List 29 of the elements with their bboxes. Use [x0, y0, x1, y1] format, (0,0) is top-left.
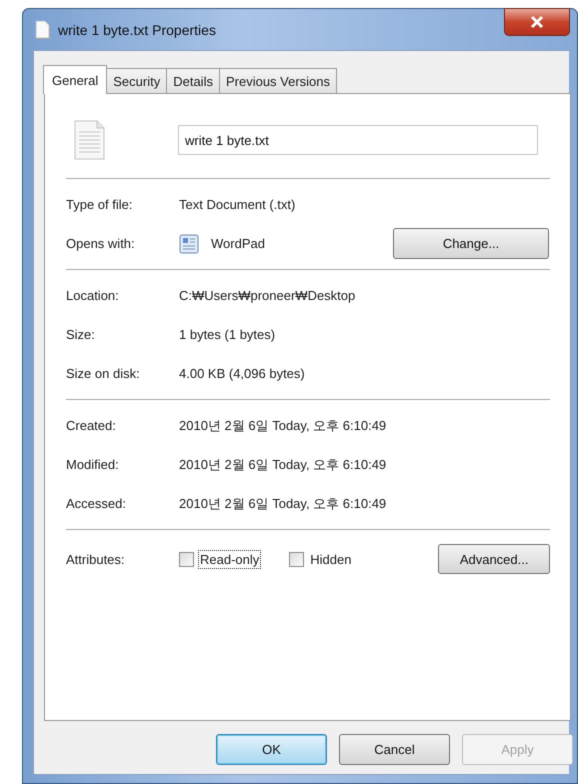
tab[interactable]: Details	[166, 68, 220, 93]
name-field[interactable]: write 1 byte.txt	[178, 125, 538, 155]
field-value: Text Document (.txt)	[179, 197, 296, 212]
field-value: 2010년 2월 6일 Today, 오후 6:10:49	[179, 494, 386, 512]
checkbox-label[interactable]: Read-only	[198, 550, 262, 568]
field-label: Created:	[66, 418, 117, 433]
field-label: Type of file:	[66, 197, 134, 212]
field-label: Location:	[66, 288, 120, 303]
field-value: WordPad	[211, 236, 265, 251]
field-value: C:₩Users₩proneer₩Desktop	[179, 288, 356, 303]
field-label: Accessed:	[66, 496, 127, 511]
field-label: Modified:	[66, 457, 120, 472]
window-title: write 1 byte.txt Properties	[58, 22, 216, 38]
field-label: Size on disk:	[66, 366, 141, 381]
tab[interactable]: Security	[106, 68, 168, 93]
field-value: 1 bytes (1 bytes)	[179, 327, 276, 342]
dialog-button[interactable]: OK	[216, 734, 327, 765]
field-value: 2010년 2월 6일 Today, 오후 6:10:49	[179, 456, 386, 474]
field-label: Attributes:	[66, 552, 126, 566]
field-label: Opens with:	[66, 236, 136, 251]
checkbox-label[interactable]: Hidden	[308, 550, 354, 568]
field-value: 2010년 2월 6일 Today, 오후 6:10:49	[179, 416, 386, 434]
change-button[interactable]: Change...	[393, 228, 549, 259]
dialog-button[interactable]: Cancel	[339, 734, 450, 765]
tab[interactable]: Previous Versions	[218, 68, 338, 93]
field-label: Size:	[66, 327, 96, 342]
tab[interactable]: General	[43, 65, 108, 94]
field-value: 4.00 KB (4,096 bytes)	[179, 366, 305, 381]
advanced-button[interactable]: Advanced...	[438, 544, 550, 574]
